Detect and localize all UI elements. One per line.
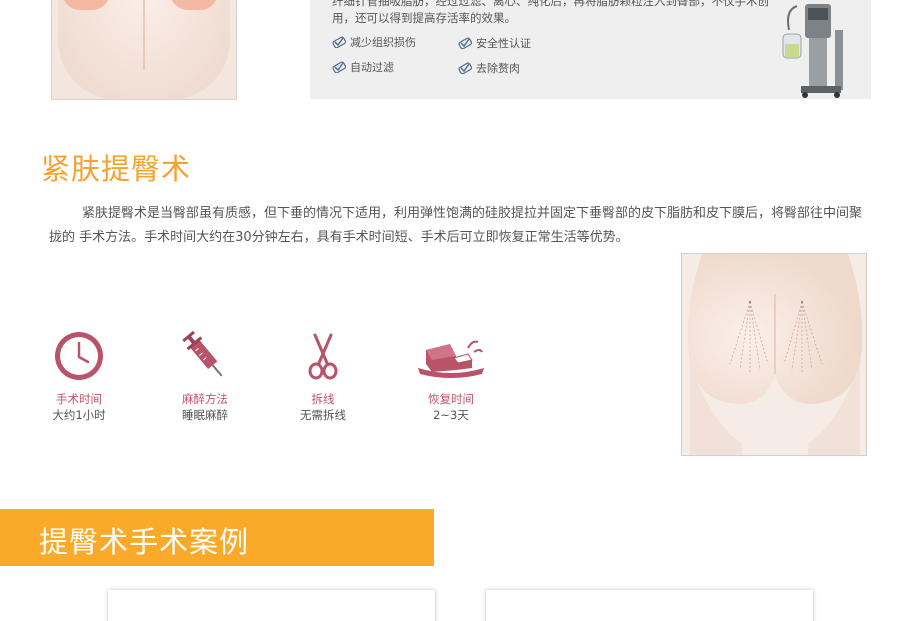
info-value: 睡眠麻醉 xyxy=(182,408,228,422)
feature-item: 自动过滤 xyxy=(332,59,394,75)
checkmark-pen-icon xyxy=(458,62,472,74)
checkmark-pen-icon xyxy=(332,61,346,73)
feature-label: 去除赘肉 xyxy=(476,62,520,75)
info-label: 恢复时间 xyxy=(428,392,474,406)
case-card[interactable] xyxy=(486,590,813,621)
feature-label: 减少组织损伤 xyxy=(350,36,416,49)
buttocks-photo-top xyxy=(51,0,237,100)
section-description: 紧肤提臀术是当臀部虽有质感，但下垂的情况下适用，利用弹性饱满的硅胶提拉并固定下垂… xyxy=(49,206,863,245)
section-title: 紧肤提臀术 xyxy=(41,152,192,186)
info-label: 麻醉方法 xyxy=(182,392,228,406)
feature-item: 去除赘肉 xyxy=(458,60,520,76)
info-anesthesia: 麻醉方法 睡眠麻醉 xyxy=(160,326,250,423)
liposuction-device-image xyxy=(782,4,843,98)
info-surgery-time: 手术时间 大约1小时 xyxy=(34,326,124,423)
clock-icon xyxy=(55,332,103,380)
panel-description: 纤细针管抽吸脂肪，经过过滤、离心、纯化后，再将脂肪颗粒注入到臀部，不仅手术创伤小… xyxy=(332,0,772,27)
info-recovery-time: 恢复时间 2~3天 xyxy=(406,326,496,423)
info-value: 2~3天 xyxy=(433,408,469,422)
feature-item: 安全性认证 xyxy=(458,35,531,51)
info-label: 拆线 xyxy=(311,392,335,406)
case-section-banner: 提臀术手术案例 xyxy=(0,509,434,566)
panel-desc-line2: 用，还可以得到提高存活率的效果。 xyxy=(332,11,516,25)
panel-desc-line1: 纤细针管抽吸脂肪，经过过滤、离心、纯化后，再将脂肪颗粒注入到臀部，不仅手术创伤小… xyxy=(332,0,769,8)
scissors-icon xyxy=(308,333,338,380)
liposuction-info-panel: 纤细针管抽吸脂肪，经过过滤、离心、纯化后，再将脂肪颗粒注入到臀部，不仅手术创伤小… xyxy=(310,0,871,99)
checkmark-pen-icon xyxy=(458,37,472,49)
buttock-lift-diagram xyxy=(682,254,866,455)
info-stitches: 拆线 无需拆线 xyxy=(278,326,368,423)
syringe-icon xyxy=(182,330,223,377)
feature-item: 减少组织损伤 xyxy=(332,34,416,50)
feature-label: 安全性认证 xyxy=(476,37,531,50)
bandage-icon xyxy=(418,340,484,378)
info-label: 手术时间 xyxy=(56,392,102,406)
info-value: 无需拆线 xyxy=(300,408,346,422)
buttock-lift-illustration xyxy=(681,253,867,456)
case-section-title: 提臀术手术案例 xyxy=(39,525,250,559)
info-value: 大约1小时 xyxy=(52,408,106,422)
case-card[interactable] xyxy=(108,590,435,621)
feature-label: 自动过滤 xyxy=(350,61,394,74)
checkmark-pen-icon xyxy=(332,36,346,48)
